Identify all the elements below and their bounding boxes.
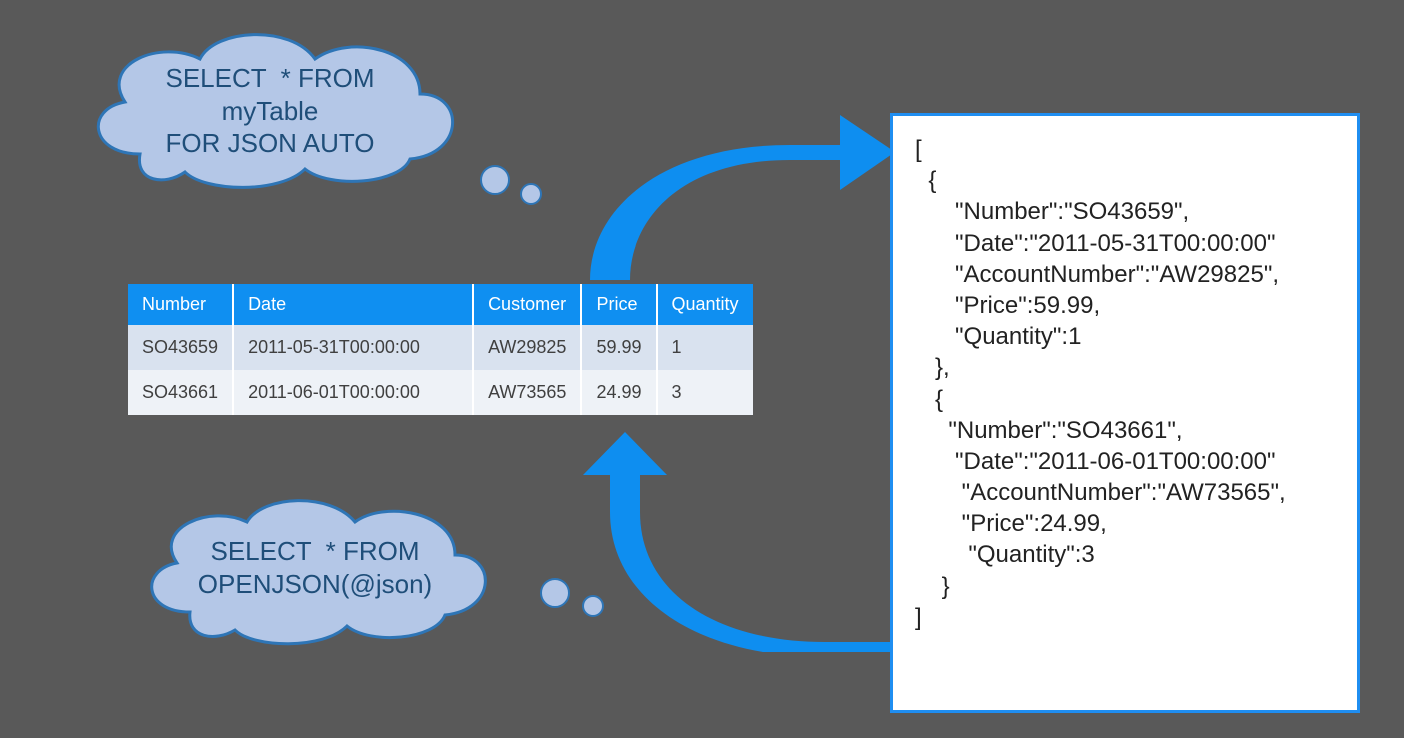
cell: 24.99 [581, 370, 656, 415]
cloud-top-bubble-1 [480, 165, 510, 195]
cloud-bottom-text: SELECT * FROM OPENJSON(@json) [135, 535, 495, 600]
json-output-text: [ { "Number":"SO43659", "Date":"2011-05-… [915, 134, 1335, 633]
arrow-to-table-icon [555, 432, 895, 652]
col-date: Date [233, 284, 473, 325]
cloud-top-text: SELECT * FROM myTable FOR JSON AUTO [80, 62, 460, 160]
table-row: SO43659 2011-05-31T00:00:00 AW29825 59.9… [128, 325, 753, 370]
cell: SO43661 [128, 370, 233, 415]
cell: SO43659 [128, 325, 233, 370]
col-price: Price [581, 284, 656, 325]
col-number: Number [128, 284, 233, 325]
cell: AW29825 [473, 325, 581, 370]
cell: 2011-05-31T00:00:00 [233, 325, 473, 370]
cell: 2011-06-01T00:00:00 [233, 370, 473, 415]
cell: 3 [657, 370, 753, 415]
table-header-row: Number Date Customer Price Quantity [128, 284, 753, 325]
json-output-panel: [ { "Number":"SO43659", "Date":"2011-05-… [890, 113, 1360, 713]
cell: 1 [657, 325, 753, 370]
col-quantity: Quantity [657, 284, 753, 325]
cell: AW73565 [473, 370, 581, 415]
cell: 59.99 [581, 325, 656, 370]
col-customer: Customer [473, 284, 581, 325]
cloud-bottom: SELECT * FROM OPENJSON(@json) [135, 490, 495, 650]
cloud-top: SELECT * FROM myTable FOR JSON AUTO [80, 24, 460, 194]
arrow-to-json-icon [540, 90, 900, 290]
cloud-top-bubble-2 [520, 183, 542, 205]
table-row: SO43661 2011-06-01T00:00:00 AW73565 24.9… [128, 370, 753, 415]
data-table: Number Date Customer Price Quantity SO43… [128, 284, 753, 415]
